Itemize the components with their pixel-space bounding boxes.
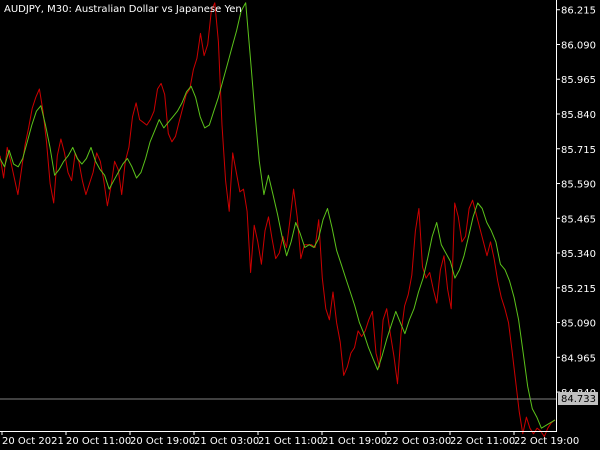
y-tick-label: 85.840 (561, 110, 596, 121)
y-tick-label: 85.340 (561, 249, 596, 260)
y-tick-label: 85.090 (561, 319, 596, 330)
current-price-label: 84.733 (561, 394, 596, 405)
y-tick-label: 86.090 (561, 40, 596, 51)
price-axis: 86.215 86.090 85.965 85.840 85.715 85.590 85.4… (556, 6, 596, 399)
chart-header: AUDJPY, M30: Australian Dollar vs Japane… (4, 4, 242, 15)
y-tick-label: 85.215 (561, 284, 596, 295)
x-tick-label: 22 Oct 03:00 (386, 436, 451, 447)
y-tick-label: 85.965 (561, 75, 596, 86)
timeframe-label: M30: (47, 4, 72, 15)
current-price-tag: 84.733 (558, 392, 598, 405)
x-tick-label: 22 Oct 19:00 (514, 436, 579, 447)
y-tick-label: 86.215 (561, 6, 596, 17)
time-axis: 20 Oct 2021 20 Oct 11:0020 Oct 19:0021 Oc… (1, 431, 579, 447)
symbol-label: AUDJPY (4, 4, 42, 15)
y-tick-label: 84.965 (561, 353, 596, 364)
series-line-2 (0, 2, 556, 429)
series-line-1 (0, 2, 556, 438)
symbol-description: Australian Dollar vs Japanese Yen (75, 4, 242, 15)
x-tick-label: 20 Oct 2021 (2, 436, 64, 447)
series-layer (0, 2, 556, 438)
chart-window[interactable]: 86.215 86.090 85.965 85.840 85.715 85.590 85.4… (0, 0, 600, 450)
y-tick-label: 85.590 (561, 180, 596, 191)
x-tick-label: 20 Oct 11:00 (66, 436, 131, 447)
chart-canvas[interactable]: 86.215 86.090 85.965 85.840 85.715 85.590 85.4… (0, 0, 600, 450)
y-tick-label: 85.465 (561, 214, 596, 225)
x-tick-label: 22 Oct 11:00 (450, 436, 515, 447)
x-tick-label: 20 Oct 19:00 (130, 436, 195, 447)
x-tick-label: 21 Oct 19:00 (322, 436, 387, 447)
x-tick-label: 21 Oct 03:00 (194, 436, 259, 447)
x-tick-label: 21 Oct 11:00 (258, 436, 323, 447)
y-tick-label: 85.715 (561, 145, 596, 156)
